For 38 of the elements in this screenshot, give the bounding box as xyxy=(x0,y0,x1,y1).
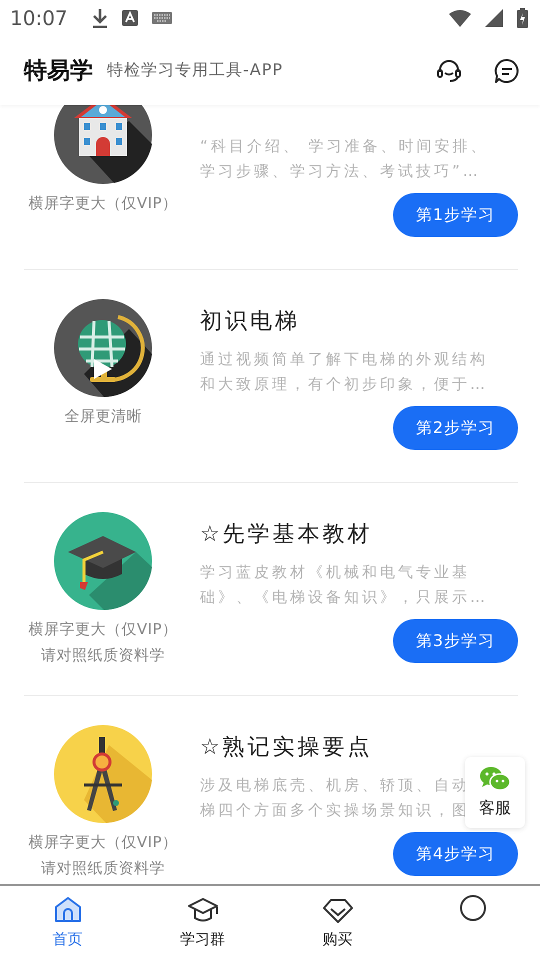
study-step-button[interactable]: 第1步学习 xyxy=(393,193,518,237)
illustration-caption: 横屏字更大（仅VIP） xyxy=(28,832,178,853)
signal-icon xyxy=(485,9,503,27)
illustration-caption: 请对照纸质资料学 xyxy=(41,645,165,666)
battery-icon xyxy=(517,8,528,28)
illustration-caption: 全屏更清晰 xyxy=(64,406,142,427)
study-step-button[interactable]: 第2步学习 xyxy=(393,406,518,450)
keyboard-icon xyxy=(152,12,172,24)
status-time: 10:07 xyxy=(10,6,68,30)
compass-icon xyxy=(54,725,152,823)
lesson-description: “科目介绍、 学习准备、时间安排、 xyxy=(200,136,489,157)
app-subtitle: 特检学习专用工具-APP xyxy=(107,60,284,81)
nav-tab[interactable]: 学习群 xyxy=(135,886,270,960)
wechat-icon xyxy=(479,766,511,792)
illustration-caption: 横屏字更大（仅VIP） xyxy=(28,619,178,640)
lesson-description: 础》、《电梯设备知识》，只展示… xyxy=(200,587,488,608)
study-step-button[interactable]: 第3步学习 xyxy=(393,619,518,663)
wifi-icon xyxy=(449,10,471,26)
headset-icon[interactable] xyxy=(436,58,462,84)
app-title: 特易学 xyxy=(24,57,93,86)
chat-icon[interactable] xyxy=(494,58,520,84)
lesson-description: 学习蓝皮教材《机械和电气专业基 xyxy=(200,562,470,583)
lesson-title: 初识电梯 xyxy=(200,308,300,336)
globe-icon xyxy=(54,299,152,397)
lesson-title: ☆先学基本教材 xyxy=(200,521,373,549)
nav-tab[interactable]: 购买 xyxy=(270,886,405,960)
font-icon xyxy=(122,10,138,26)
lesson-description: 学习步骤、学习方法、考试技巧”… xyxy=(200,161,481,182)
customer-service-button[interactable]: 客服 xyxy=(465,757,525,828)
illustration-caption: 横屏字更大（仅VIP） xyxy=(28,193,178,214)
study-step-button[interactable]: 第4步学习 xyxy=(393,832,518,876)
lesson-description: 和大致原理，有个初步印象，便于… xyxy=(200,374,488,395)
graduation-cap-icon xyxy=(54,512,152,610)
download-icon xyxy=(92,8,108,28)
nav-tab[interactable]: 首页 xyxy=(0,886,135,960)
lesson-description: 通过视频简单了解下电梯的外观结构 xyxy=(200,349,488,370)
lesson-title: ☆熟记实操要点 xyxy=(200,734,373,762)
illustration-caption: 请对照纸质资料学 xyxy=(41,858,165,879)
